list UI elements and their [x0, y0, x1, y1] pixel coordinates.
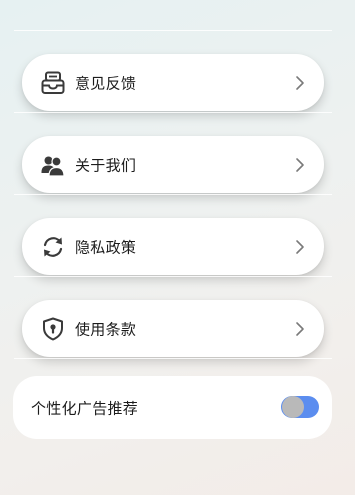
chevron-right-icon: [296, 157, 304, 172]
chevron-right-icon: [296, 321, 304, 336]
divider: [14, 276, 332, 277]
menu-item-privacy-policy[interactable]: 隐私政策: [22, 218, 324, 275]
feedback-inbox-icon: [40, 70, 66, 96]
personalized-ads-row: 个性化广告推荐: [13, 376, 332, 439]
divider: [14, 194, 332, 195]
personalized-ads-toggle[interactable]: [281, 396, 319, 418]
menu-item-label: 使用条款: [75, 320, 137, 338]
menu-item-label: 隐私政策: [75, 238, 137, 256]
chevron-right-icon: [296, 239, 304, 254]
top-divider: [14, 30, 332, 31]
refresh-icon: [40, 234, 66, 260]
menu-item-label: 意见反馈: [75, 74, 137, 92]
chevron-right-icon: [296, 75, 304, 90]
personalized-ads-label: 个性化广告推荐: [31, 399, 139, 417]
divider: [14, 112, 332, 113]
menu-item-feedback[interactable]: 意见反馈: [22, 54, 324, 111]
divider: [14, 358, 332, 359]
toggle-knob: [282, 396, 304, 418]
users-icon: [40, 152, 66, 178]
menu-item-about-us[interactable]: 关于我们: [22, 136, 324, 193]
menu-item-terms-of-use[interactable]: 使用条款: [22, 300, 324, 357]
menu-item-label: 关于我们: [75, 156, 137, 174]
shield-lock-icon: [40, 316, 66, 342]
